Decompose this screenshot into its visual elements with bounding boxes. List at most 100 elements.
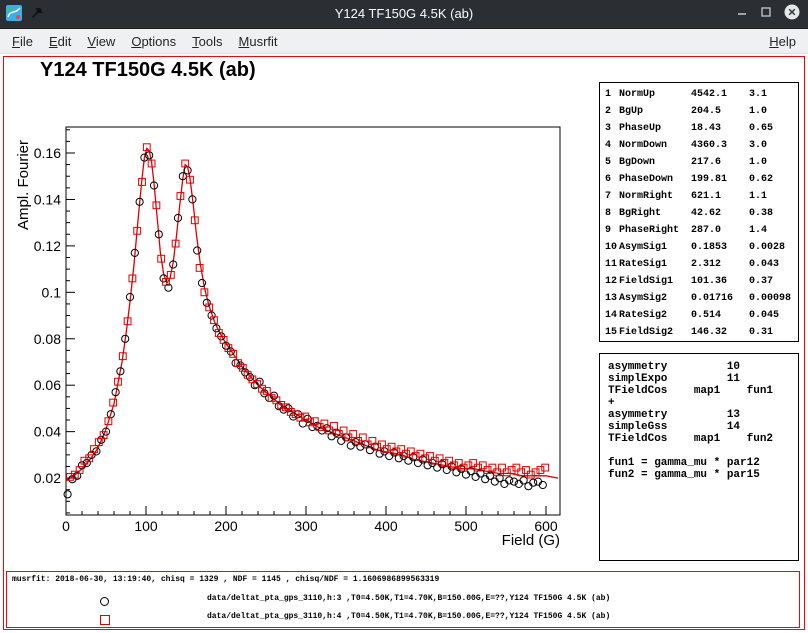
menu-item-help[interactable]: Help — [761, 29, 804, 54]
fit-parameter-row: 2BgUp204.51.0 — [600, 103, 798, 120]
param-error: 0.0028 — [749, 239, 798, 256]
param-value: 287.0 — [691, 222, 749, 239]
legend-entry: data/deltat_pta_gps_3110,h:4 ,T0=4.50K,T… — [7, 612, 799, 626]
param-error: 1.0 — [749, 154, 798, 171]
param-name: PhaseDown — [619, 171, 691, 188]
svg-text:200: 200 — [214, 518, 238, 534]
fit-statistics-line: musrfit: 2018-06-30, 13:19:40, chisq = 1… — [12, 575, 439, 584]
application-window: Y124 TF150G 4.5K (ab) — [0, 0, 808, 633]
param-index: 1 — [605, 86, 619, 103]
fit-parameter-row: 4NormDown4360.33.0 — [600, 137, 798, 154]
fit-parameter-row: 5BgDown217.61.0 — [600, 154, 798, 171]
minimize-icon — [736, 5, 748, 23]
param-error: 0.38 — [749, 205, 798, 222]
param-value: 101.36 — [691, 273, 749, 290]
param-name: BgDown — [619, 154, 691, 171]
theory-line: fun1 = gamma_mu * par12 — [608, 457, 798, 469]
param-name: PhaseRight — [619, 222, 691, 239]
menu-item-file[interactable]: File — [4, 29, 41, 54]
menu-item-edit[interactable]: Edit — [41, 29, 79, 54]
root-canvas[interactable]: Y124 TF150G 4.5K (ab) 010020030040050060… — [3, 56, 805, 630]
svg-text:0.1: 0.1 — [42, 284, 62, 300]
fit-parameters-box[interactable]: 1NormUp4542.13.12BgUp204.51.03PhaseUp18.… — [599, 82, 799, 342]
theory-line: + — [608, 397, 798, 409]
theory-function-box[interactable]: asymmetry 10simplExpo 11TFieldCos map1 f… — [599, 353, 799, 561]
param-index: 7 — [605, 188, 619, 205]
param-value: 18.43 — [691, 120, 749, 137]
param-name: BgUp — [619, 103, 691, 120]
theory-line: fun2 = gamma_mu * par15 — [608, 469, 798, 481]
fit-parameter-row: 3PhaseUp18.430.65 — [600, 120, 798, 137]
maximize-icon — [760, 5, 772, 23]
param-index: 8 — [605, 205, 619, 222]
param-index: 9 — [605, 222, 619, 239]
titlebar[interactable]: Y124 TF150G 4.5K (ab) — [0, 0, 808, 29]
legend-label: data/deltat_pta_gps_3110,h:3 ,T0=4.50K,T… — [207, 594, 610, 603]
param-name: NormRight — [619, 188, 691, 205]
param-index: 15 — [605, 324, 619, 341]
param-index: 6 — [605, 171, 619, 188]
param-value: 42.62 — [691, 205, 749, 222]
theory-line — [608, 445, 798, 457]
info-pad[interactable]: musrfit: 2018-06-30, 13:19:40, chisq = 1… — [6, 571, 800, 628]
menu-item-musrfit[interactable]: Musrfit — [231, 29, 286, 54]
param-value: 621.1 — [691, 188, 749, 205]
menu-item-view[interactable]: View — [79, 29, 123, 54]
svg-text:500: 500 — [454, 518, 478, 534]
param-value: 146.32 — [691, 324, 749, 341]
legend-label: data/deltat_pta_gps_3110,h:4 ,T0=4.50K,T… — [207, 612, 610, 621]
fit-parameter-row: 1NormUp4542.13.1 — [600, 86, 798, 103]
svg-text:Field (G): Field (G) — [502, 532, 560, 549]
param-error: 0.62 — [749, 171, 798, 188]
close-icon — [784, 4, 800, 25]
close-button[interactable] — [784, 4, 800, 25]
param-name: RateSig1 — [619, 256, 691, 273]
param-error: 3.0 — [749, 137, 798, 154]
param-index: 12 — [605, 273, 619, 290]
param-error: 0.043 — [749, 256, 798, 273]
param-error: 1.4 — [749, 222, 798, 239]
param-index: 5 — [605, 154, 619, 171]
param-index: 10 — [605, 239, 619, 256]
fit-parameter-row: 8BgRight42.620.38 — [600, 205, 798, 222]
param-value: 4542.1 — [691, 86, 749, 103]
legend-entry: data/deltat_pta_gps_3110,h:3 ,T0=4.50K,T… — [7, 594, 799, 608]
param-name: AsymSig1 — [619, 239, 691, 256]
param-error: 0.31 — [749, 324, 798, 341]
theory-line: TFieldCos map1 fun1 — [608, 385, 798, 397]
maximize-button[interactable] — [760, 5, 772, 23]
param-name: PhaseUp — [619, 120, 691, 137]
theory-line: TFieldCos map1 fun2 — [608, 433, 798, 445]
svg-text:400: 400 — [374, 518, 398, 534]
param-error: 1.1 — [749, 188, 798, 205]
svg-text:0.12: 0.12 — [34, 238, 61, 254]
svg-text:0.06: 0.06 — [34, 377, 61, 393]
param-name: NormDown — [619, 137, 691, 154]
param-name: FieldSig2 — [619, 324, 691, 341]
param-error: 1.0 — [749, 103, 798, 120]
circle-marker-icon — [100, 597, 109, 606]
param-index: 11 — [605, 256, 619, 273]
fit-parameter-row: 15FieldSig2146.320.31 — [600, 324, 798, 341]
param-index: 2 — [605, 103, 619, 120]
minimize-button[interactable] — [736, 5, 748, 23]
fit-parameter-row: 6PhaseDown199.810.62 — [600, 171, 798, 188]
svg-text:0.16: 0.16 — [34, 145, 61, 161]
menu-item-options[interactable]: Options — [123, 29, 184, 54]
param-name: FieldSig1 — [619, 273, 691, 290]
svg-text:100: 100 — [134, 518, 158, 534]
menu-item-tools[interactable]: Tools — [184, 29, 230, 54]
fit-parameter-row: 13AsymSig20.017160.00098 — [600, 290, 798, 307]
fit-parameter-row: 12FieldSig1101.360.37 — [600, 273, 798, 290]
svg-text:0.04: 0.04 — [34, 424, 61, 440]
param-index: 4 — [605, 137, 619, 154]
param-name: RateSig2 — [619, 307, 691, 324]
param-error: 0.37 — [749, 273, 798, 290]
menubar: FileEditViewOptionsToolsMusrfit Help — [0, 29, 808, 54]
svg-text:0.02: 0.02 — [34, 470, 61, 486]
param-index: 13 — [605, 290, 619, 307]
param-index: 14 — [605, 307, 619, 324]
fit-parameter-row: 11RateSig12.3120.043 — [600, 256, 798, 273]
param-value: 217.6 — [691, 154, 749, 171]
theory-line: simpleGss 14 — [608, 421, 798, 433]
